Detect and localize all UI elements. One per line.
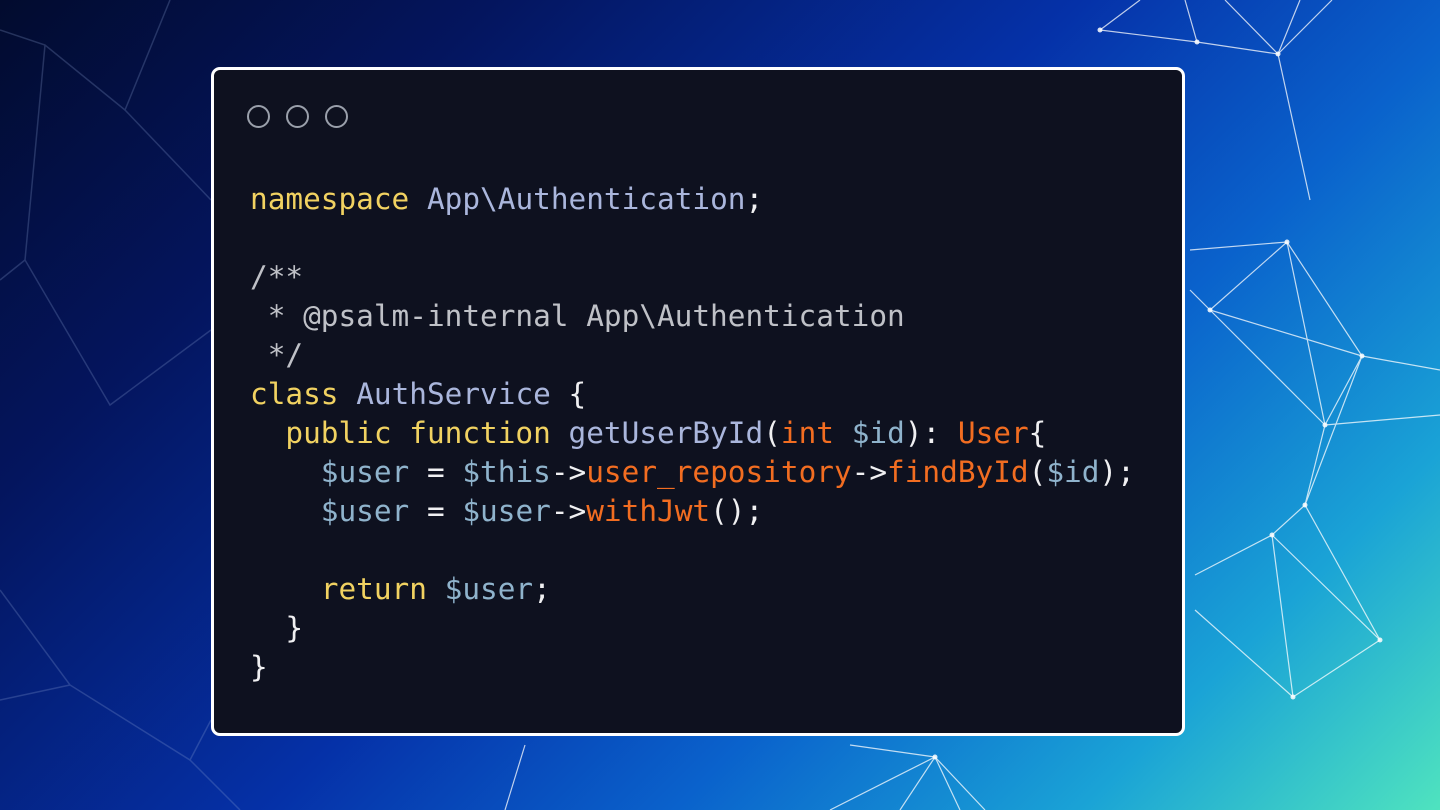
code-token: (: [763, 416, 781, 450]
code-token: findById: [887, 455, 1029, 489]
code-token: ();: [710, 494, 764, 528]
code-line: return $user;: [250, 570, 1135, 609]
code-token: return: [320, 572, 427, 606]
code-token: getUserById: [568, 416, 764, 450]
code-token: ->: [851, 455, 888, 489]
code-line: * @psalm-internal App\Authentication: [250, 297, 1135, 336]
code-token: namespace: [250, 182, 410, 216]
close-circle-icon[interactable]: [247, 105, 270, 128]
code-token: $user: [444, 572, 534, 606]
code-token: int: [780, 416, 834, 450]
code-line: }: [250, 609, 1135, 648]
code-token: ):: [904, 416, 958, 450]
code-token: */: [250, 338, 304, 372]
maximize-circle-icon[interactable]: [325, 105, 348, 128]
code-line: namespace App\Authentication;: [250, 180, 1135, 219]
code-token: user_repository: [586, 455, 852, 489]
code-block: namespace App\Authentication; /** * @psal…: [250, 180, 1135, 687]
code-token: {: [1028, 416, 1047, 450]
code-line: public function getUserById(int $id): Us…: [250, 414, 1135, 453]
code-token: =: [409, 455, 463, 489]
code-token: ;: [533, 572, 551, 606]
code-line: class AuthService {: [250, 375, 1135, 414]
code-token: $id: [1046, 455, 1100, 489]
code-token: ;: [745, 182, 764, 216]
code-token: }: [250, 611, 304, 645]
code-line: $user = $user->withJwt();: [250, 492, 1135, 531]
code-token: ->: [550, 455, 587, 489]
code-token: $id: [851, 416, 905, 450]
code-token: {: [550, 377, 587, 411]
code-line: }: [250, 648, 1135, 687]
code-token: (: [1028, 455, 1047, 489]
code-line: */: [250, 336, 1135, 375]
code-token: AuthService: [356, 377, 551, 411]
code-token: * @psalm-internal App\Authentication: [250, 299, 905, 333]
code-token: );: [1099, 455, 1135, 489]
code-line: $user = $this->user_repository->findById…: [250, 453, 1135, 492]
code-token: =: [409, 494, 463, 528]
code-token: $user: [320, 455, 410, 489]
code-token: $user: [320, 494, 410, 528]
code-token: function: [409, 416, 551, 450]
code-token: public: [285, 416, 392, 450]
code-token: }: [250, 650, 268, 684]
code-token: User: [957, 416, 1029, 450]
code-token: class: [250, 377, 339, 411]
minimize-circle-icon[interactable]: [286, 105, 309, 128]
code-token: withJwt: [586, 494, 711, 528]
window-controls: [247, 105, 348, 128]
code-line: /**: [250, 258, 1135, 297]
code-token: /**: [250, 260, 304, 294]
code-token: ->: [550, 494, 587, 528]
code-token: App\Authentication: [426, 182, 746, 216]
code-token: $this: [462, 455, 551, 489]
code-token: $user: [462, 494, 551, 528]
code-window: namespace App\Authentication; /** * @psal…: [211, 67, 1185, 736]
